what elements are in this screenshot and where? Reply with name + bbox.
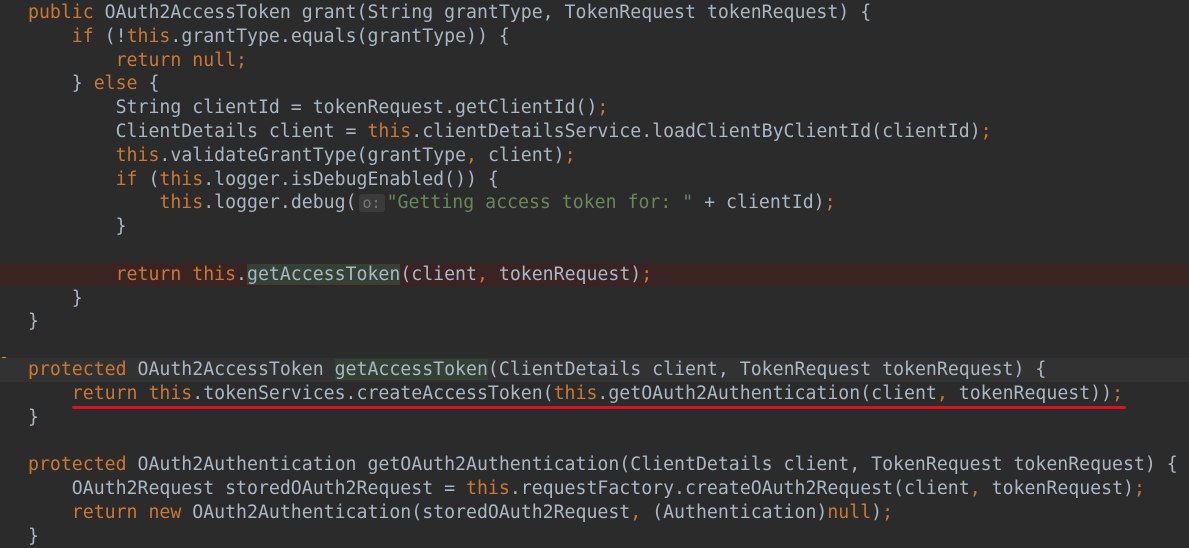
code-token: OAuth2Authentication getOAuth2Authentica…	[137, 454, 1178, 476]
code-line[interactable]	[0, 429, 1189, 453]
code-token: (!	[104, 25, 127, 47]
code-token: .validateGrantType(grantType	[159, 144, 467, 166]
code-token: }	[28, 525, 39, 547]
code-token: String clientId = tokenRequest.getClient…	[28, 97, 598, 119]
code-line[interactable]	[0, 334, 1189, 358]
code-line[interactable]: return this.getAccessToken(client, token…	[0, 262, 1189, 287]
code-line[interactable]: }	[0, 525, 1189, 548]
code-token: ;	[1112, 382, 1124, 404]
code-token: .getOAuth2Authentication(client	[597, 382, 937, 404]
code-token: this	[126, 25, 171, 47]
red-annotation-underline	[72, 406, 1126, 409]
code-token: getAccessToken	[334, 359, 488, 380]
code-token: }	[28, 73, 94, 95]
code-token: OAuth2Request storedOAuth2Request =	[28, 478, 466, 499]
code-token: tokenRequest)	[498, 263, 642, 285]
code-token: ,	[466, 144, 488, 166]
code-token: OAuth2AccessToken	[137, 359, 335, 380]
code-token: return new	[28, 501, 193, 523]
code-token: }	[28, 287, 83, 309]
code-token: .	[236, 263, 247, 285]
code-token: ;	[597, 97, 609, 119]
code-token: tokenRequest))	[958, 382, 1113, 404]
code-token: this	[466, 478, 510, 499]
code-token: ;	[824, 192, 836, 214]
code-line[interactable]: ClientDetails client = this.clientDetail…	[0, 120, 1189, 144]
code-token: return this	[28, 263, 237, 285]
code-token: }	[28, 406, 39, 428]
code-token: .requestFactory.createOAuth2Request(clie…	[509, 478, 970, 499]
code-line[interactable]: }	[0, 406, 1189, 430]
code-token: ClientDetails client =	[28, 121, 368, 142]
code-token: .tokenServices.createAccessToken(	[192, 382, 554, 404]
code-token: ,	[936, 382, 959, 404]
code-token: }	[28, 311, 39, 333]
code-line[interactable]	[0, 239, 1189, 263]
code-line[interactable]: public OAuth2AccessToken grant(String gr…	[0, 1, 1189, 25]
code-line[interactable]: }	[0, 310, 1189, 334]
code-token: return this	[28, 382, 193, 404]
code-line[interactable]: this.logger.debug(o: "Getting access toke…	[0, 191, 1189, 215]
code-token: protected	[28, 359, 138, 380]
code-token: tokenRequest)	[991, 478, 1134, 499]
code-line[interactable]: }	[0, 287, 1189, 311]
code-line[interactable]: if (!this.grantType.equals(grantType)) {	[0, 25, 1189, 49]
code-line[interactable]: return new OAuth2Authentication(storedOA…	[0, 501, 1189, 525]
code-token: OAuth2Authentication(storedOAuth2Request	[192, 501, 631, 523]
code-token: null	[827, 501, 872, 523]
code-token: protected	[28, 454, 138, 476]
code-token: public	[28, 2, 105, 23]
code-token: getAccessToken	[247, 263, 401, 285]
code-token: .grantType.equals(grantType)) {	[170, 25, 510, 47]
code-editor[interactable]: public OAuth2AccessToken grant(String gr…	[0, 0, 1189, 547]
code-token: (Authentication)	[652, 501, 828, 523]
code-token: client)	[487, 144, 565, 166]
code-line[interactable]: protected OAuth2Authentication getOAuth2…	[0, 453, 1189, 477]
code-token: ;	[980, 121, 992, 142]
code-token: OAuth2AccessToken grant(String grantType…	[104, 2, 872, 23]
code-token: ;	[1133, 478, 1145, 499]
code-line[interactable]: protected OAuth2AccessToken getAccessTok…	[0, 358, 1189, 382]
code-token: (client	[400, 263, 477, 285]
code-line[interactable]: return this.tokenServices.createAccessTo…	[0, 382, 1189, 406]
code-token: if	[28, 168, 149, 190]
code-line[interactable]: return null;	[0, 49, 1189, 73]
code-line[interactable]: } else {	[0, 72, 1189, 96]
code-token: ,	[969, 478, 992, 499]
code-token: )	[871, 501, 883, 523]
code-token: if	[28, 25, 105, 47]
code-line[interactable]: if (this.logger.isDebugEnabled()) {	[0, 168, 1189, 192]
code-token: this	[367, 121, 412, 142]
code-token: {	[148, 73, 160, 95]
code-token: ;	[882, 501, 894, 523]
code-token: + clientId)	[693, 192, 825, 214]
code-token: (ClientDetails client, TokenRequest toke…	[487, 359, 1047, 380]
code-line[interactable]: OAuth2Request storedOAuth2Request = this…	[0, 477, 1189, 501]
code-token: return null;	[28, 49, 247, 71]
code-token: .clientDetailsService.loadClientByClient…	[411, 121, 981, 142]
code-token: else	[93, 73, 149, 95]
parameter-hint: o:	[358, 194, 385, 213]
code-token: ,	[476, 263, 499, 285]
code-token: this	[115, 144, 160, 166]
code-token: (	[148, 168, 160, 190]
code-line[interactable]: String clientId = tokenRequest.getClient…	[0, 96, 1189, 120]
code-line[interactable]: this.validateGrantType(grantType, client…	[0, 144, 1189, 168]
code-token: this	[159, 192, 204, 214]
code-token: ;	[564, 144, 576, 166]
code-token: this	[553, 382, 598, 404]
code-token: ,	[630, 501, 653, 523]
code-token: "Getting access token for: "	[386, 192, 694, 214]
code-token: ;	[641, 263, 653, 285]
code-token: }	[28, 216, 127, 238]
code-token: .logger.isDebugEnabled()) {	[203, 168, 499, 190]
code-token: this	[159, 168, 204, 190]
code-token: .logger.debug(	[203, 192, 357, 214]
code-line[interactable]: }	[0, 215, 1189, 239]
